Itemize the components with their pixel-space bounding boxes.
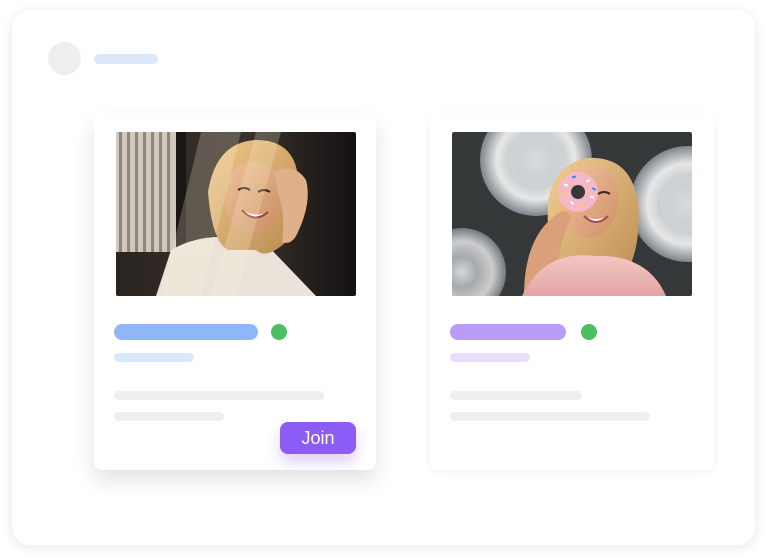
card-2-text-line-2 <box>450 412 650 421</box>
profile-photo-2 <box>452 132 692 296</box>
join-button[interactable]: Join <box>280 422 356 454</box>
card-1-subtitle-placeholder <box>114 353 194 362</box>
app-frame: Join <box>12 10 755 545</box>
profile-photo-1 <box>116 132 356 296</box>
photo-woman-smiling <box>116 132 356 296</box>
card-2-text-line-1 <box>450 391 582 400</box>
card-2-title-placeholder <box>450 324 566 340</box>
card-2-online-status-dot <box>581 324 597 340</box>
profile-card-1[interactable]: Join <box>94 113 376 470</box>
user-avatar-placeholder <box>48 42 81 75</box>
card-1-online-status-dot <box>271 324 287 340</box>
profile-card-2[interactable] <box>430 113 714 470</box>
card-1-title-placeholder <box>114 324 258 340</box>
photo-woman-with-donut <box>452 132 692 296</box>
card-2-subtitle-placeholder <box>450 353 530 362</box>
card-1-text-line-1 <box>114 391 324 400</box>
card-1-text-line-2 <box>114 412 224 421</box>
header-text-placeholder <box>94 54 158 64</box>
